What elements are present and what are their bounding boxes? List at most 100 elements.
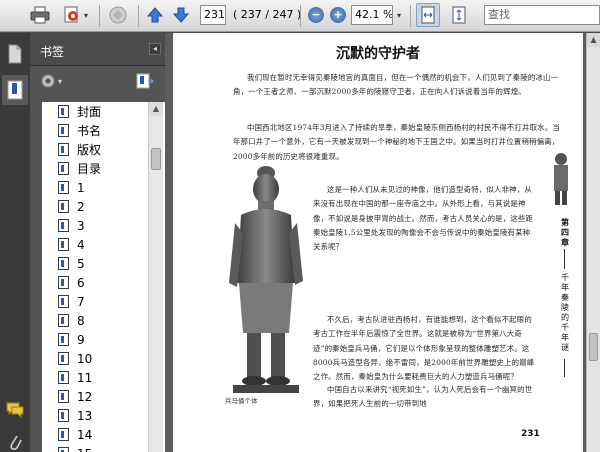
- bookmark-icon: [58, 124, 69, 137]
- document-scrollbar[interactable]: ▲: [586, 33, 600, 452]
- options-button[interactable]: ▾: [40, 73, 62, 89]
- printer-icon: [30, 6, 50, 24]
- pages-panel-button[interactable]: [2, 39, 28, 69]
- chevron-down-icon: ▾: [83, 10, 88, 20]
- panel-title: 书签: [40, 45, 65, 59]
- divider: [564, 359, 565, 377]
- attachments-button[interactable]: [2, 427, 28, 452]
- bookmark-icon: [58, 371, 69, 384]
- search-input[interactable]: 查找: [484, 5, 600, 25]
- separator: [300, 5, 301, 27]
- bookmark-icon: [58, 295, 69, 308]
- document-area: 沉默的守护者 我们现在暂时无幸得见秦陵地宫的真面目，但在一个偶然的机会下，人们见…: [165, 33, 586, 452]
- fit-page-button[interactable]: [447, 3, 471, 27]
- bookmark-icon: [58, 162, 69, 175]
- bookmark-icon: [58, 105, 69, 118]
- scroll-thumb[interactable]: [151, 148, 161, 170]
- main-toolbar: ▾ 231 ( 237 / 247 ) − + 42.1 % ▾ 查找: [0, 0, 600, 32]
- print-button[interactable]: [28, 3, 52, 27]
- separator: [138, 5, 139, 27]
- new-bookmark-button[interactable]: [136, 73, 154, 92]
- terracotta-warrior-image: [229, 166, 303, 393]
- bookmark-icon: [58, 314, 69, 327]
- gear-icon: [41, 74, 55, 88]
- bookmarks-panel: 书签 ◂ ▾ 封面 书名 版权 目录 1 2 3 4 5 6 7 8 9 10 …: [30, 33, 177, 452]
- bookmark-icon: [58, 390, 69, 403]
- bookmark-icon: [58, 181, 69, 194]
- bookmark-item[interactable]: 11: [42, 368, 152, 387]
- bookmark-icon: [58, 200, 69, 213]
- page-title: 沉默的守护者: [336, 46, 420, 62]
- comments-button[interactable]: [2, 395, 28, 425]
- image-caption: 兵马俑个体: [225, 397, 258, 405]
- zoom-input[interactable]: 42.1 %: [351, 5, 393, 25]
- bookmark-item[interactable]: 12: [42, 387, 152, 406]
- bookmark-item[interactable]: 10: [42, 349, 152, 368]
- previous-page-button[interactable]: [144, 3, 166, 27]
- bookmark-item[interactable]: 8: [42, 311, 152, 330]
- paragraph: 我们现在暂时无幸得见秦陵地宫的真面目，但在一个偶然的机会下，人们见到了秦陵的冰山…: [233, 73, 559, 97]
- scroll-up-icon[interactable]: ▲: [149, 102, 163, 116]
- navigation-strip: [0, 33, 30, 452]
- bookmark-item[interactable]: 6: [42, 273, 152, 292]
- bookmarks-panel-button[interactable]: [2, 75, 28, 105]
- bookmark-item[interactable]: 书名: [42, 121, 152, 140]
- divider: [564, 249, 565, 269]
- scroll-thumb[interactable]: [589, 333, 598, 361]
- bookmark-scrollbar[interactable]: ▲: [148, 102, 163, 452]
- panel-header: 书签 ◂: [30, 33, 165, 66]
- bookmark-icon: [58, 447, 69, 452]
- page-count: ( 237 / 247 ): [233, 8, 302, 21]
- bookmark-icon: [58, 219, 69, 232]
- bookmark-item[interactable]: 1: [42, 178, 152, 197]
- bookmark-item[interactable]: 13: [42, 406, 152, 425]
- chevron-down-icon: ▾: [396, 10, 401, 20]
- fit-page-icon: [452, 6, 466, 24]
- pages-icon: [8, 44, 22, 64]
- bookmark-icon: [58, 143, 69, 156]
- document-page: 沉默的守护者 我们现在暂时无幸得见秦陵地宫的真面目，但在一个偶然的机会下，人们见…: [173, 33, 583, 452]
- bookmark-item[interactable]: 4: [42, 235, 152, 254]
- bookmark-icon: [58, 333, 69, 346]
- separator: [99, 5, 100, 27]
- new-bookmark-icon: [136, 73, 154, 89]
- chapter-label: 第四章: [561, 217, 569, 247]
- bookmark-icon: [7, 80, 23, 100]
- create-pdf-icon: [64, 6, 78, 23]
- scroll-up-icon[interactable]: ▲: [587, 33, 600, 47]
- zoom-in-button[interactable]: +: [328, 3, 348, 27]
- next-page-button[interactable]: [170, 3, 192, 27]
- create-pdf-button[interactable]: ▾: [58, 3, 92, 27]
- zoom-dropdown[interactable]: ▾: [393, 3, 405, 27]
- bookmark-item[interactable]: 15: [42, 444, 152, 452]
- page-number-input[interactable]: 231: [200, 5, 226, 25]
- paragraph: 中国自古以来讲究“视死如生”，认为人死后会有一个幽冥的世界，如果把死人生前的一切…: [313, 385, 533, 409]
- arrow-up-icon: [146, 7, 164, 23]
- bookmark-icon: [58, 276, 69, 289]
- bookmark-item[interactable]: 封面: [42, 102, 152, 121]
- plus-icon: +: [330, 7, 346, 23]
- fit-width-icon: [421, 6, 435, 24]
- bookmark-item[interactable]: 目录: [42, 159, 152, 178]
- chevron-down-icon: ▾: [58, 76, 63, 86]
- collaborate-icon: [109, 6, 127, 24]
- paragraph: 这是一种人们从未见过的神像，他们造型奇特，似人非神，从来没有出现在中国的那一座寺…: [313, 185, 534, 252]
- bookmark-icon: [58, 257, 69, 270]
- bookmark-item[interactable]: 7: [42, 292, 152, 311]
- bookmark-icon: [58, 352, 69, 365]
- chapter-subtitle: 千年秦陵的千年谜: [561, 273, 569, 352]
- bookmark-item[interactable]: 2: [42, 197, 152, 216]
- bookmark-icon: [58, 409, 69, 422]
- small-warrior-image: [554, 153, 568, 205]
- bookmark-item[interactable]: 3: [42, 216, 152, 235]
- collaborate-button[interactable]: [104, 3, 132, 27]
- zoom-out-button[interactable]: −: [306, 3, 326, 27]
- fit-width-button[interactable]: [416, 3, 440, 27]
- bookmark-item[interactable]: 14: [42, 425, 152, 444]
- bookmark-item[interactable]: 9: [42, 330, 152, 349]
- collapse-panel-button[interactable]: ◂: [149, 43, 161, 55]
- panel-toolbar: ▾: [30, 67, 165, 97]
- bookmark-item[interactable]: 5: [42, 254, 152, 273]
- bookmark-item[interactable]: 版权: [42, 140, 152, 159]
- page-number: 231: [521, 429, 540, 439]
